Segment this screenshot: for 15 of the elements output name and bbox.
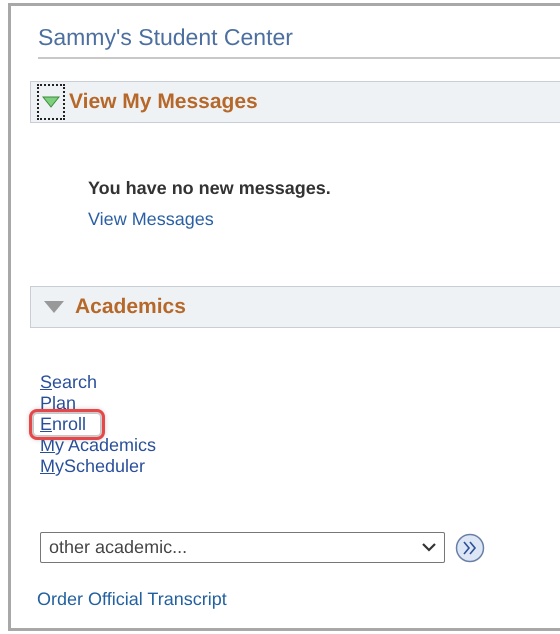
view-messages-link[interactable]: View Messages [88,209,214,230]
section-title: View My Messages [69,90,258,114]
collapse-toggle[interactable] [37,84,65,120]
message-text: You have no new messages. [88,178,332,199]
academics-link[interactable]: Enroll [34,414,100,435]
go-button[interactable] [455,532,485,562]
academics-link[interactable]: MyScheduler [40,456,146,477]
transcript-link[interactable]: Order Official Transcript [37,589,227,610]
academics-link[interactable]: Search [40,372,98,393]
page-title: Sammy's Student Center [38,24,560,59]
section-title: Academics [75,295,186,319]
triangle-down-icon [42,96,60,108]
academics-link[interactable]: Plan [40,393,76,414]
chevron-down-icon [422,543,436,552]
academics-select[interactable]: other academic... [40,532,445,563]
